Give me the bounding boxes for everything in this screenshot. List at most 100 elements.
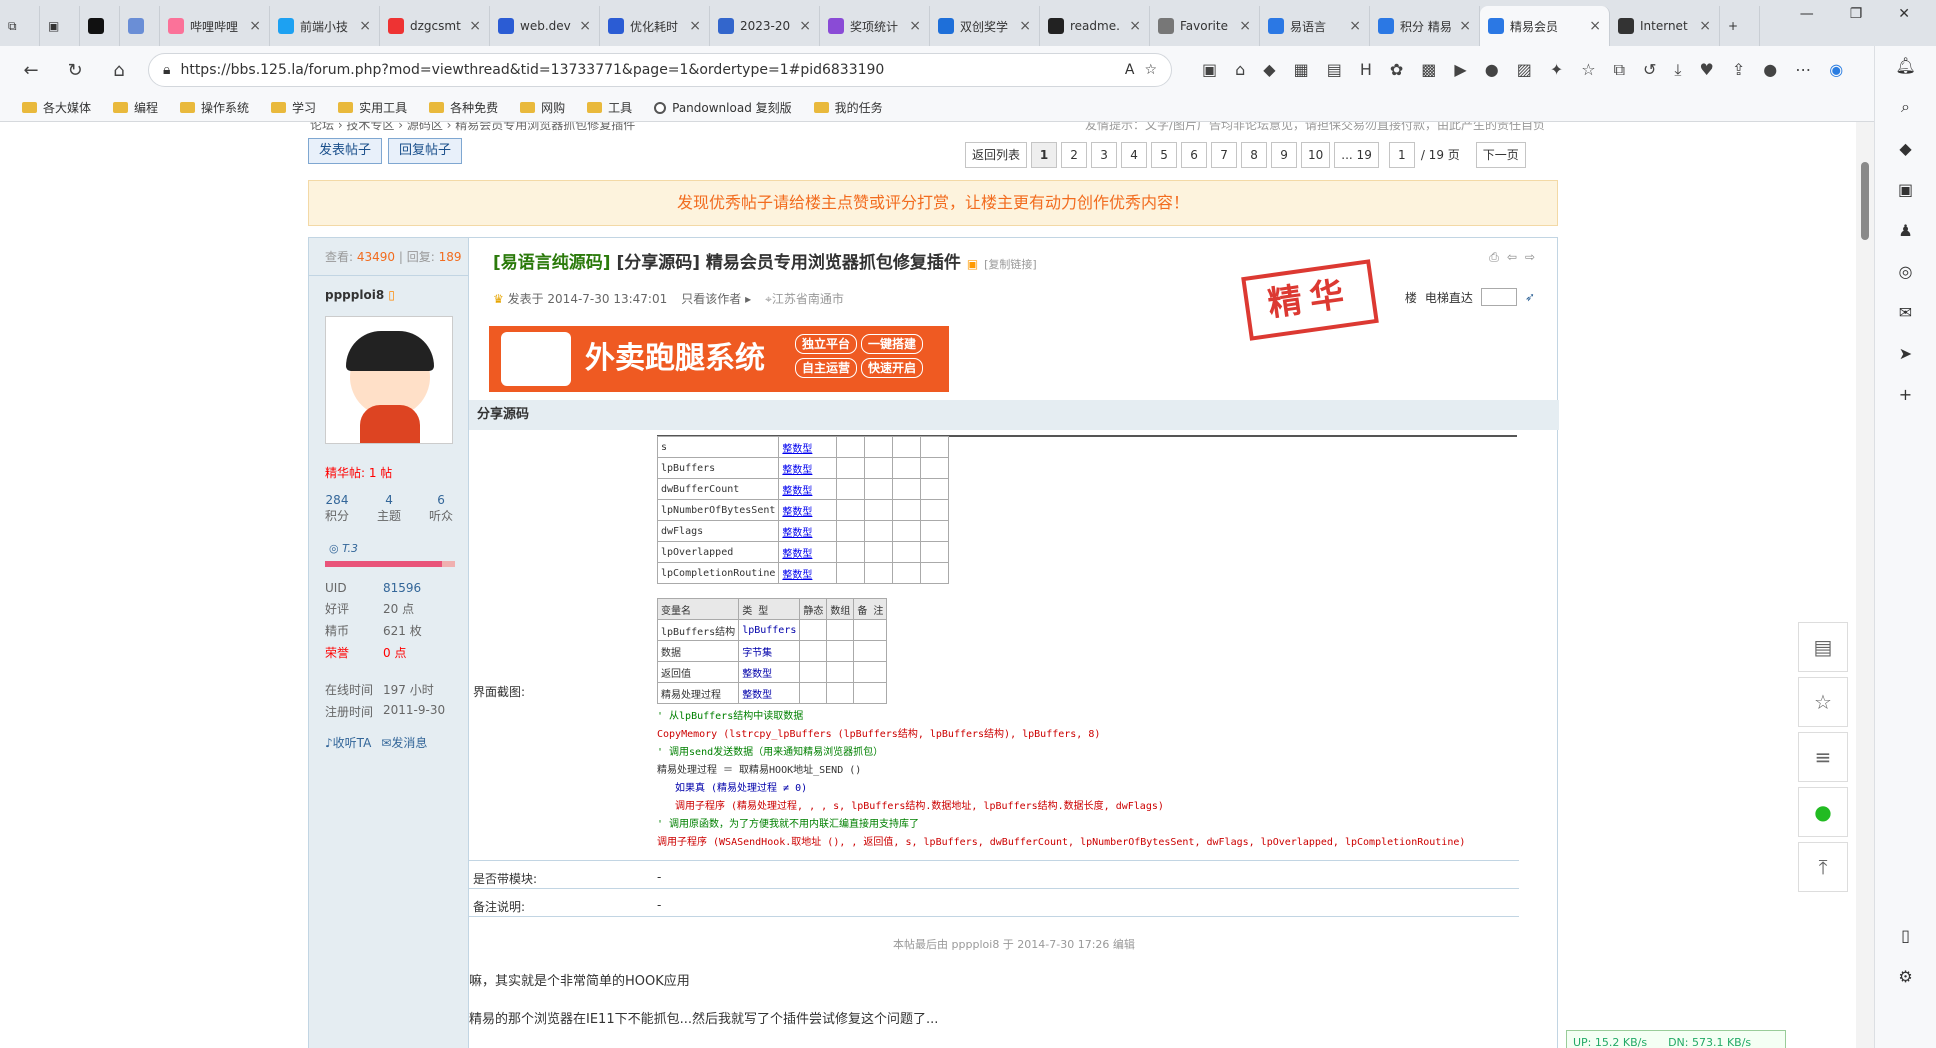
scrollbar-thumb[interactable]: [1861, 162, 1869, 240]
browser-tab[interactable]: 双创奖学 ×: [930, 6, 1040, 46]
post-category[interactable]: [易语言纯源码]: [493, 253, 611, 273]
browser-tab[interactable]: Favorite ×: [1150, 6, 1260, 46]
back-to-top-icon[interactable]: ⤒: [1798, 842, 1848, 892]
go-icon[interactable]: ➶: [1525, 290, 1535, 304]
page-link[interactable]: 7: [1211, 142, 1238, 168]
tab-close-icon[interactable]: ×: [1699, 18, 1711, 34]
extension-icon[interactable]: ◆: [1263, 60, 1275, 80]
add-icon[interactable]: +: [1899, 385, 1912, 404]
workspaces-icon[interactable]: ⧉: [0, 6, 40, 46]
follow-text[interactable]: 收听TA: [333, 736, 372, 750]
page-link[interactable]: 4: [1121, 142, 1148, 168]
save-icon[interactable]: ▨: [1517, 60, 1532, 80]
tab-close-icon[interactable]: ×: [1239, 18, 1251, 34]
new-tab-icon[interactable]: +: [1720, 6, 1760, 46]
browser-tab[interactable]: readme. ×: [1040, 6, 1150, 46]
floor-input[interactable]: [1480, 288, 1517, 306]
search-icon[interactable]: ⌕: [1901, 97, 1910, 117]
message-link[interactable]: ✉发消息: [381, 734, 427, 751]
browser-tab[interactable]: 易语言 ×: [1260, 6, 1370, 46]
download-icon[interactable]: ⤓: [1674, 60, 1681, 80]
prev-thread-icon[interactable]: ⇦: [1507, 250, 1517, 265]
bookmark-item[interactable]: 各大媒体: [22, 99, 91, 116]
next-page-button[interactable]: 下一页: [1475, 142, 1526, 168]
extensions-icon[interactable]: ✦: [1550, 60, 1563, 80]
breadcrumb[interactable]: 论坛 › 技术专区 › 源码区 › 精易会员专用浏览器抓包修复插件: [310, 122, 635, 133]
extension-icon[interactable]: ▤: [1327, 60, 1342, 80]
profile-icon[interactable]: ●: [1763, 60, 1777, 80]
tab-close-icon[interactable]: ×: [1129, 18, 1141, 34]
toolbox-icon[interactable]: ▣: [1898, 180, 1913, 199]
browser-tab[interactable]: 精易会员 ×: [1480, 6, 1610, 46]
browser-tab[interactable]: 优化耗时 ×: [600, 6, 710, 46]
bookmark-item[interactable]: 实用工具: [338, 99, 407, 116]
tab-close-icon[interactable]: ×: [469, 18, 481, 34]
tag-icon[interactable]: ◆: [1899, 139, 1911, 158]
browser-tab[interactable]: 2023-20 ×: [710, 6, 820, 46]
settings-icon[interactable]: ⚙: [1898, 967, 1912, 986]
performance-icon[interactable]: ♥: [1699, 60, 1713, 80]
tab-close-icon[interactable]: ×: [359, 18, 371, 34]
reply-button[interactable]: 回复帖子: [388, 138, 463, 164]
copy-link[interactable]: [复制链接]: [984, 258, 1037, 271]
share-icon[interactable]: ⇪: [1732, 60, 1745, 80]
tab-close-icon[interactable]: ×: [799, 18, 811, 34]
author-name-text[interactable]: pppploi8: [325, 288, 384, 302]
play-icon[interactable]: ▶: [1454, 60, 1466, 80]
bookmark-item[interactable]: 网购: [520, 99, 565, 116]
page-link[interactable]: ... 19: [1334, 142, 1379, 168]
only-author-link[interactable]: 只看该作者 ▸: [681, 290, 751, 307]
bookmark-item[interactable]: 工具: [587, 99, 632, 116]
tab-close-icon[interactable]: ×: [1459, 18, 1471, 34]
page-input[interactable]: 1: [1388, 142, 1415, 168]
bookmark-item[interactable]: 我的任务: [813, 99, 883, 116]
home-icon[interactable]: ⌂: [104, 60, 134, 81]
read-aloud-icon[interactable]: A: [1125, 62, 1135, 78]
star-icon[interactable]: ☆: [1798, 677, 1848, 727]
page-link[interactable]: 2: [1061, 142, 1088, 168]
pinned-tab[interactable]: [80, 6, 120, 46]
extension-icon[interactable]: H: [1360, 60, 1372, 80]
bookmark-item[interactable]: 编程: [113, 99, 158, 116]
bookmark-item[interactable]: 操作系统: [180, 99, 249, 116]
fans-value[interactable]: 6: [429, 493, 453, 507]
wechat-icon[interactable]: ●: [1798, 787, 1848, 837]
only-author-text[interactable]: 只看该作者: [681, 292, 741, 306]
browser-tab[interactable]: 积分 精易 ×: [1370, 6, 1480, 46]
minimize-icon[interactable]: —: [1800, 6, 1814, 22]
new-post-button[interactable]: 发表帖子: [308, 138, 383, 164]
tab-close-icon[interactable]: ×: [249, 18, 261, 34]
follow-link[interactable]: ♪收听TA: [325, 734, 371, 751]
bookmark-item[interactable]: 学习: [271, 99, 316, 116]
page-link[interactable]: 6: [1181, 142, 1208, 168]
copilot-icon[interactable]: ◉: [1829, 60, 1843, 80]
favorites-icon[interactable]: ☆: [1581, 60, 1595, 80]
page-link[interactable]: 10: [1301, 142, 1331, 168]
pinned-tab[interactable]: [120, 6, 160, 46]
games-icon[interactable]: ♟: [1898, 221, 1912, 240]
more-icon[interactable]: ⋯: [1795, 60, 1811, 80]
extension-icon[interactable]: ✿: [1390, 60, 1403, 80]
tab-actions-icon[interactable]: ▣: [40, 6, 80, 46]
send-icon[interactable]: ➤: [1899, 344, 1912, 363]
tab-close-icon[interactable]: ×: [1019, 18, 1031, 34]
tab-close-icon[interactable]: ×: [689, 18, 701, 34]
extension-icon[interactable]: ▦: [1294, 60, 1309, 80]
avatar[interactable]: [325, 316, 453, 444]
page-link[interactable]: 8: [1241, 142, 1268, 168]
tab-close-icon[interactable]: ×: [1349, 18, 1361, 34]
page-link[interactable]: 5: [1151, 142, 1178, 168]
maximize-icon[interactable]: ❐: [1850, 6, 1863, 22]
refresh-icon[interactable]: ↻: [60, 60, 90, 81]
topics-value[interactable]: 4: [377, 493, 401, 507]
tab-close-icon[interactable]: ×: [579, 18, 591, 34]
collections-icon[interactable]: ⧉: [1614, 60, 1625, 80]
print-icon[interactable]: ⎙: [1489, 250, 1499, 265]
outlook-icon[interactable]: ✉: [1899, 303, 1912, 322]
browser-tab[interactable]: 前端小技 ×: [270, 6, 380, 46]
browser-tab[interactable]: 哔哩哔哩 ×: [160, 6, 270, 46]
favorite-star-icon[interactable]: ☆: [1144, 62, 1157, 78]
document-icon[interactable]: ▤: [1798, 622, 1848, 672]
tab-close-icon[interactable]: ×: [1589, 18, 1601, 34]
message-text[interactable]: 发消息: [391, 736, 427, 750]
